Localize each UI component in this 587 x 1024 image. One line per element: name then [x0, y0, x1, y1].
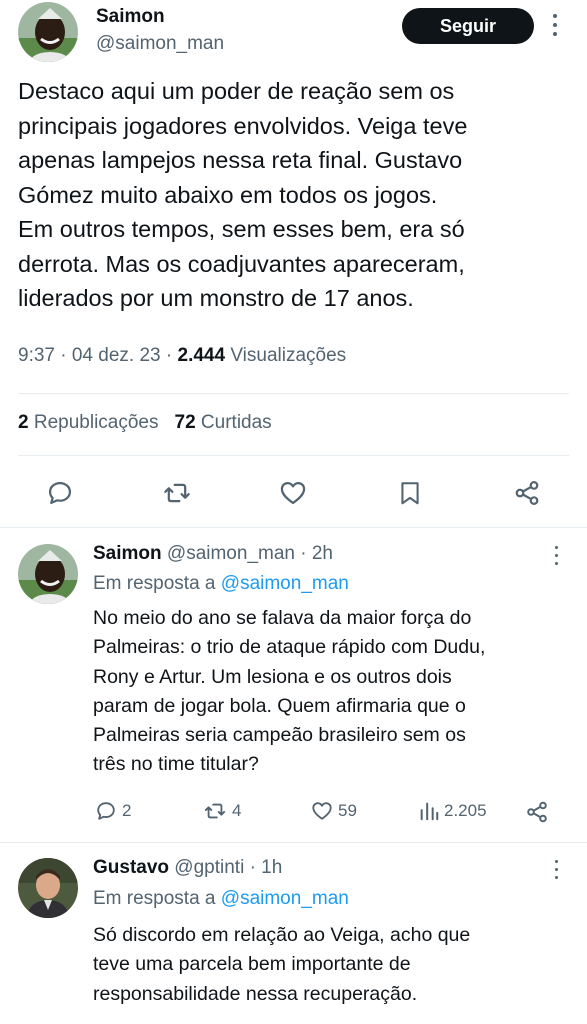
- reply-text-line: Rony e Artur. Um lesiona e os outros doi…: [93, 665, 452, 688]
- tweet-text-line: derrota. Mas os coadjuvantes apareceram,: [18, 250, 465, 277]
- mention-link[interactable]: @saimon_man: [221, 573, 349, 594]
- like-icon: [312, 802, 332, 820]
- avatar[interactable]: [18, 858, 78, 918]
- reply-text-line: teve uma parcela bem importante de: [93, 953, 411, 976]
- likes-label: Curtidas: [195, 412, 272, 433]
- like-action[interactable]: 59: [310, 800, 357, 822]
- share-action[interactable]: [524, 800, 550, 824]
- tweet-text-line: liderados por um monstro de 17 anos.: [18, 285, 414, 311]
- tweet-text-line: principais jogadores envolvidos. Veiga t…: [18, 112, 468, 139]
- in-reply-prefix: Em resposta a: [93, 573, 221, 594]
- avatar-photo: [18, 858, 78, 918]
- more-options-icon[interactable]: [552, 14, 558, 36]
- reply-text-line: Palmeiras: o trio de ataque rápido com D…: [93, 636, 486, 659]
- repost-count: 4: [232, 801, 242, 820]
- tweet-thread-screen: Saimon @saimon_man Seguir Destaco aqui u…: [0, 0, 587, 1024]
- reply-author-name: Saimon: [93, 543, 162, 564]
- reply-icon[interactable]: [46, 479, 74, 512]
- view-count: 2.205: [444, 801, 487, 820]
- reply-icon: [97, 802, 115, 820]
- author-handle[interactable]: @saimon_man: [96, 33, 224, 55]
- author-name[interactable]: Saimon: [96, 6, 165, 28]
- in-reply-prefix: Em resposta a: [93, 888, 221, 909]
- reply-author[interactable]: Gustavo @gptinti · 1h: [93, 857, 282, 879]
- bookmark-icon[interactable]: [397, 479, 423, 512]
- reply-tweet[interactable]: Saimon @saimon_man · 2h Em resposta a @s…: [0, 528, 587, 842]
- reposts-stat[interactable]: 2 Republicações: [18, 412, 159, 433]
- views-count: 2.444: [177, 345, 226, 366]
- tweet-text-line: Em outros tempos, sem esses bem, era só: [18, 216, 465, 242]
- repost-icon: [204, 803, 226, 819]
- reply-text-line: responsabilidade nessa recuperação.: [93, 982, 418, 1005]
- in-reply-to: Em resposta a @saimon_man: [93, 573, 349, 595]
- reposts-label: Republicações: [28, 412, 159, 433]
- in-reply-to: Em resposta a @saimon_man: [93, 888, 349, 910]
- reposts-count: 2: [18, 412, 29, 433]
- avatar[interactable]: [18, 2, 78, 62]
- reply-text-line: Só discordo em relação ao Veiga, acho qu…: [93, 924, 471, 946]
- divider: [18, 455, 569, 456]
- main-tweet-text: Destaco aqui um poder de reação sem os p…: [18, 74, 570, 316]
- reply-count: 2: [122, 801, 132, 820]
- reply-action[interactable]: 2: [94, 800, 131, 822]
- reply-text: No meio do ano se falava da maior força …: [93, 604, 543, 780]
- avatar[interactable]: [18, 544, 78, 604]
- reply-text-line: No meio do ano se falava da maior força …: [93, 607, 472, 629]
- more-options-icon[interactable]: [554, 860, 560, 880]
- more-options-icon[interactable]: [554, 546, 560, 566]
- follow-button[interactable]: Seguir: [402, 8, 534, 44]
- repost-icon[interactable]: [162, 479, 192, 512]
- engagement-stats: 2 Republicações 72 Curtidas: [18, 412, 272, 434]
- reply-text: Só discordo em relação ao Veiga, acho qu…: [93, 921, 543, 1009]
- main-tweet-header: Saimon @saimon_man Seguir: [18, 0, 578, 62]
- like-count: 59: [338, 801, 357, 820]
- reply-author[interactable]: Saimon @saimon_man · 2h: [93, 543, 333, 565]
- reply-text-line: Palmeiras seria campeão brasileiro sem o…: [93, 724, 466, 747]
- divider: [18, 393, 569, 394]
- mention-link[interactable]: @saimon_man: [221, 888, 349, 909]
- reply-tweet[interactable]: Gustavo @gptinti · 1h Em resposta a @sai…: [0, 843, 587, 1024]
- share-icon[interactable]: [512, 479, 542, 512]
- views-action[interactable]: 2.205: [418, 800, 487, 822]
- reply-text-line: três no time titular?: [93, 753, 259, 776]
- like-icon[interactable]: [278, 479, 308, 512]
- tweet-text-line: apenas lampejos nessa reta final. Gustav…: [18, 147, 463, 173]
- avatar-photo: [18, 2, 78, 62]
- tweet-text-line: Gómez muito abaixo em todos os jogos.: [18, 181, 438, 208]
- avatar-photo: [18, 544, 78, 604]
- tweet-meta: 9:37 · 04 dez. 23 · 2.444 Visualizações: [18, 345, 346, 367]
- tweet-text-line: Destaco aqui um poder de reação sem os: [18, 78, 455, 104]
- repost-action[interactable]: 4: [202, 800, 241, 822]
- reply-author-name: Gustavo: [93, 857, 170, 878]
- tweet-timestamp[interactable]: 9:37 · 04 dez. 23 ·: [18, 345, 178, 366]
- views-label: Visualizações: [225, 345, 347, 366]
- likes-stat[interactable]: 72 Curtidas: [175, 412, 272, 433]
- analytics-icon: [420, 802, 439, 821]
- likes-count: 72: [174, 412, 196, 433]
- reply-author-meta: @gptinti · 1h: [169, 857, 283, 878]
- share-icon: [527, 801, 547, 823]
- reply-text-line: param de jogar bola. Quem afirmaria que …: [93, 694, 466, 717]
- reply-author-meta: @saimon_man · 2h: [161, 543, 333, 564]
